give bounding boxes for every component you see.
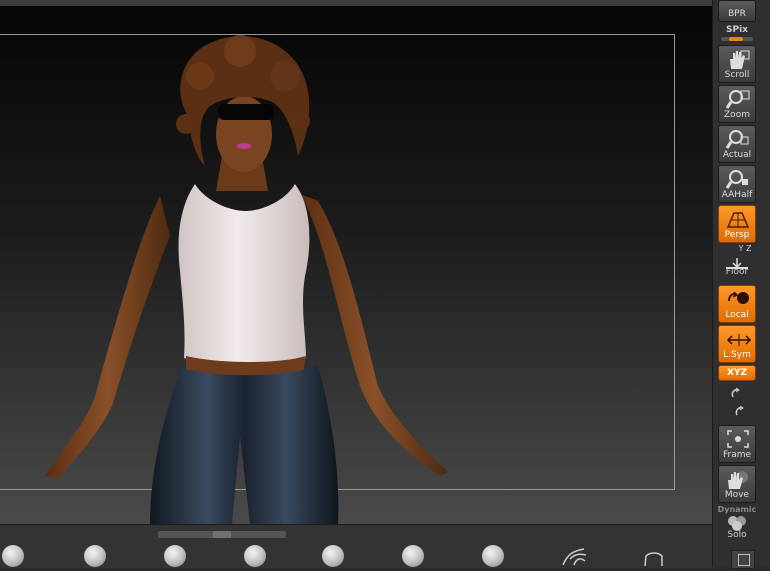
scroll-button[interactable]: Scroll [718,45,756,83]
chevron-updown-icon [213,531,231,538]
bpr-label: BPR [728,9,746,19]
hand-icon [730,50,750,69]
floor-label: Floor [725,267,749,277]
frame-corners-icon [727,430,749,448]
zoom-button[interactable]: Zoom [718,85,756,123]
pants [150,366,339,524]
persp-label: Persp [724,230,750,240]
spix-label: SPix [726,25,748,35]
move-button[interactable]: Move [718,465,756,503]
transparency-toggle[interactable] [731,550,755,569]
sphere-brush-icon[interactable] [84,545,106,567]
rotate-y-button[interactable] [729,386,745,400]
solo-label: Solo [727,530,747,540]
lsym-button[interactable]: L.Sym [718,325,756,363]
frame-label: Frame [722,450,752,460]
lips [237,143,251,149]
outline-brush-icon[interactable] [642,550,666,567]
tank-top [178,184,310,366]
brush-tray [0,524,712,568]
actual-label: Actual [722,150,752,160]
3d-character-model [45,35,448,524]
aahalf-label: AAHalf [721,190,753,200]
lsym-label: L.Sym [723,350,751,360]
floor-button[interactable]: Floor [718,255,756,279]
spix-slider[interactable] [721,37,753,41]
local-button[interactable]: Local [718,285,756,323]
move-label: Move [724,490,750,500]
xyz-label: XYZ [727,368,747,378]
magnifier-aahalf-icon [726,170,748,189]
canvas-viewport[interactable] [0,6,712,524]
frame-button[interactable]: Frame [718,425,756,463]
sunglasses [218,104,274,120]
sphere-brush-icon[interactable] [322,545,344,567]
zoom-label: Zoom [724,110,750,120]
solo-button[interactable]: Solo [718,513,756,541]
sphere-brush-icon[interactable] [244,545,266,567]
curl-brush-icon[interactable] [560,545,588,567]
sphere-brush-icon[interactable] [164,545,186,567]
tray-splitter-handle[interactable] [158,531,286,538]
move-hand-icon [728,471,748,489]
sphere-brush-icon[interactable] [482,545,504,567]
transparency-icon [738,554,750,566]
aahalf-button[interactable]: AAHalf [718,165,756,203]
perspective-grid-icon [726,212,750,228]
sphere-brush-icon[interactable] [402,545,424,567]
rotate-z-button[interactable] [733,404,749,418]
magnifier-actual-icon [726,130,749,149]
sphere-brush-icon[interactable] [2,545,24,567]
spix-slider-fill [729,37,743,41]
scroll-label: Scroll [724,70,750,80]
right-toolbar: BPR SPix Scroll Zoom Actual AAHalf Persp… [712,0,770,569]
left-arm [45,196,170,478]
xyz-button[interactable]: XYZ [718,365,756,381]
solo-spheres-icon [728,516,746,531]
symmetry-arrows-icon [726,334,752,346]
local-rotate-icon [728,291,749,304]
persp-button[interactable]: Persp [718,205,756,243]
floor-axis-label: Y Z [738,244,752,253]
magnifier-icon [726,90,750,109]
bpr-button[interactable]: BPR [718,0,756,22]
rotate-z-icon [735,405,744,416]
actual-button[interactable]: Actual [718,125,756,163]
local-label: Local [725,310,749,320]
rotate-y-icon [731,387,740,398]
